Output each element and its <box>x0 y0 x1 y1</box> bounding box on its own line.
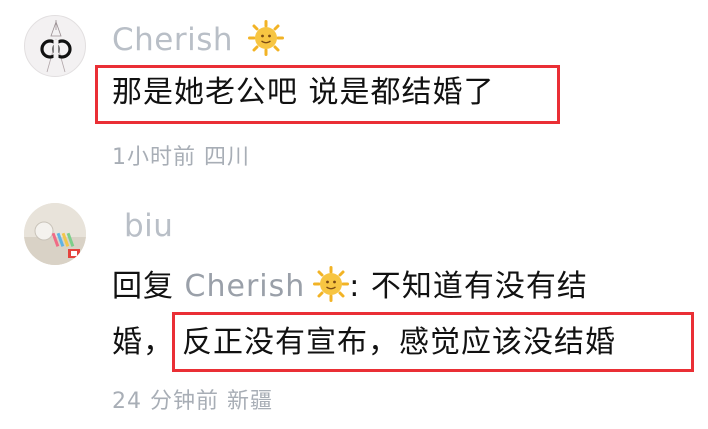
avatar-cherish[interactable] <box>24 15 86 77</box>
comment-2-line-1: 回复 Cherish : 不知道有没有结 <box>112 266 588 313</box>
sun-emoji-icon <box>248 20 285 60</box>
comment-2-meta: 24 分钟前 新疆 <box>112 383 273 415</box>
reply-text-part-1: : 不知道有没有结 <box>349 269 588 304</box>
comment-location: 四川 <box>204 145 251 170</box>
reply-mention[interactable]: Cherish <box>185 269 306 304</box>
comment-time: 1小时前 <box>112 145 196 170</box>
username[interactable]: Cherish <box>112 22 233 58</box>
comment-2-line-2-start: 婚， <box>112 325 174 360</box>
chanel-logo-icon <box>40 20 72 73</box>
sun-emoji-icon <box>313 266 350 313</box>
comment-2-header: biu <box>124 208 173 244</box>
comment-time: 24 分钟前 <box>112 389 219 414</box>
comment-1-text: 那是她老公吧 说是都结婚了 <box>112 75 495 110</box>
reply-prefix: 回复 <box>112 269 174 304</box>
avatar-biu[interactable] <box>24 203 86 265</box>
username[interactable]: biu <box>124 208 173 244</box>
comment-1-meta: 1小时前 四川 <box>112 139 250 171</box>
comment-2-highlight-text: 反正没有宣布，感觉应该没结婚 <box>182 325 616 360</box>
comment-1-header: Cherish <box>112 20 285 60</box>
comment-location: 新疆 <box>227 389 274 414</box>
room-photo-icon <box>24 203 86 265</box>
